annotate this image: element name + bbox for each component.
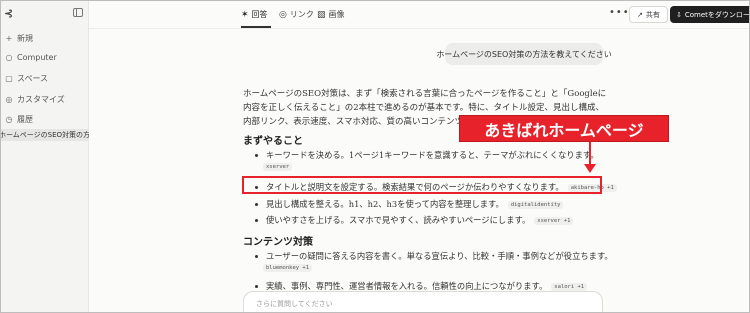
follow-up-placeholder: さらに質問してください — [256, 300, 333, 308]
source-chip[interactable]: digitalidentity — [507, 200, 564, 209]
follow-up-input[interactable]: さらに質問してください — [243, 291, 603, 312]
highlight-box — [242, 176, 602, 194]
bullet-icon — [255, 154, 258, 157]
section-heading: まずやること — [243, 136, 303, 147]
list-item: 使いやすさを上げる。スマホで見やすく、読みやすいページにします。 xserver … — [243, 214, 574, 226]
section-heading: コンテンツ対策 — [243, 237, 313, 248]
computer-icon: ○ — [5, 53, 13, 62]
sidebar: ⊰ + 新規 ○ Computer ▢ スペース ◎ カスタマイズ ◷ 履歴 ホ… — [1, 1, 89, 312]
answer-icon: ✶ — [241, 9, 249, 20]
user-question-bubble: ホームページのSEO対策の方法を教えてください — [436, 43, 612, 65]
download-label: Cometをダウンロード — [684, 10, 750, 19]
sidebar-item-label: カスタマイズ — [17, 95, 65, 104]
tab-label: 画像 — [328, 10, 345, 19]
list-item-text: 実績、事例、専門性、運営者情報を入れる。信頼性の向上につながります。 — [266, 281, 548, 291]
customize-icon: ◎ — [5, 95, 13, 104]
source-chip[interactable]: xserver — [263, 163, 293, 171]
sidebar-item-label: 履歴 — [17, 115, 33, 124]
list-item: キーワードを決める。1ページ1キーワードを意識すると、テーマがぶれにくくなります… — [243, 149, 599, 161]
top-bar: ✶ 回答 ◎ リンク ▨ 画像 ••• ↗ 共有 ⇩ Cometをダウンロード — [89, 1, 750, 29]
thread-title: ホームページのSEO対策の方法を... — [0, 131, 89, 139]
sidebar-item-spaces[interactable]: ▢ スペース — [5, 73, 48, 84]
sidebar-item-label: Computer — [17, 53, 57, 62]
globe-icon: ◎ — [279, 9, 287, 20]
source-chip[interactable]: salori +1 — [551, 282, 588, 291]
tab-links[interactable]: ◎ リンク — [279, 9, 314, 20]
image-icon: ▨ — [317, 9, 326, 20]
more-options-icon[interactable]: ••• — [609, 7, 630, 18]
sidebar-toggle-icon[interactable] — [73, 8, 83, 17]
sidebar-thread-active[interactable]: ホームページのSEO対策の方法を... — [1, 129, 89, 141]
history-icon: ◷ — [5, 115, 13, 124]
sidebar-item-label: 新規 — [17, 34, 33, 43]
list-item-text: ユーザーの疑問に答える内容を書く。単なる宣伝より、比較・手順・事例などが役立ちま… — [266, 251, 613, 261]
source-chip[interactable]: xserver +1 — [534, 216, 574, 225]
plus-icon: + — [5, 34, 13, 43]
arrow-down-icon — [584, 164, 596, 173]
list-item: 見出し構成を整える。h1、h2、h3を使って内容を整理します。 digitalid… — [243, 198, 564, 210]
list-item-text: キーワードを決める。1ページ1キーワードを意識すると、テーマがぶれにくくなります… — [266, 150, 599, 160]
bullet-icon — [255, 203, 258, 206]
sidebar-item-computer[interactable]: ○ Computer — [5, 53, 57, 62]
share-button[interactable]: ↗ 共有 — [629, 6, 668, 23]
tab-label: リンク — [289, 10, 314, 19]
bullet-icon — [255, 219, 258, 222]
app-window: ⊰ + 新規 ○ Computer ▢ スペース ◎ カスタマイズ ◷ 履歴 ホ… — [0, 0, 750, 313]
tab-images[interactable]: ▨ 画像 — [317, 9, 345, 20]
app-logo-icon[interactable]: ⊰ — [4, 7, 13, 20]
callout-arrow — [589, 142, 591, 166]
sidebar-item-history[interactable]: ◷ 履歴 — [5, 114, 34, 125]
tab-answer[interactable]: ✶ 回答 — [241, 9, 268, 20]
sidebar-item-label: スペース — [17, 74, 49, 83]
list-item: ユーザーの疑問に答える内容を書く。単なる宣伝より、比較・手順・事例などが役立ちま… — [243, 250, 613, 262]
list-item-text: 見出し構成を整える。h1、h2、h3を使って内容を整理します。 — [266, 199, 504, 209]
share-label: 共有 — [645, 10, 660, 19]
share-icon: ↗ — [637, 10, 643, 19]
spaces-icon: ▢ — [5, 74, 13, 83]
sidebar-item-new[interactable]: + 新規 — [5, 33, 33, 44]
list-item-text: 使いやすさを上げる。スマホで見やすく、読みやすいページにします。 — [266, 215, 531, 225]
tab-label: 回答 — [251, 10, 268, 19]
source-chip[interactable]: bluemonkey +1 — [263, 264, 313, 272]
callout-label: あきばれホームページ — [459, 115, 669, 142]
active-tab-indicator — [241, 26, 271, 28]
bullet-icon — [255, 255, 258, 258]
download-comet-button[interactable]: ⇩ Cometをダウンロード — [670, 6, 750, 23]
sidebar-item-customize[interactable]: ◎ カスタマイズ — [5, 94, 65, 105]
download-icon: ⇩ — [676, 10, 682, 19]
bullet-icon — [255, 285, 258, 288]
